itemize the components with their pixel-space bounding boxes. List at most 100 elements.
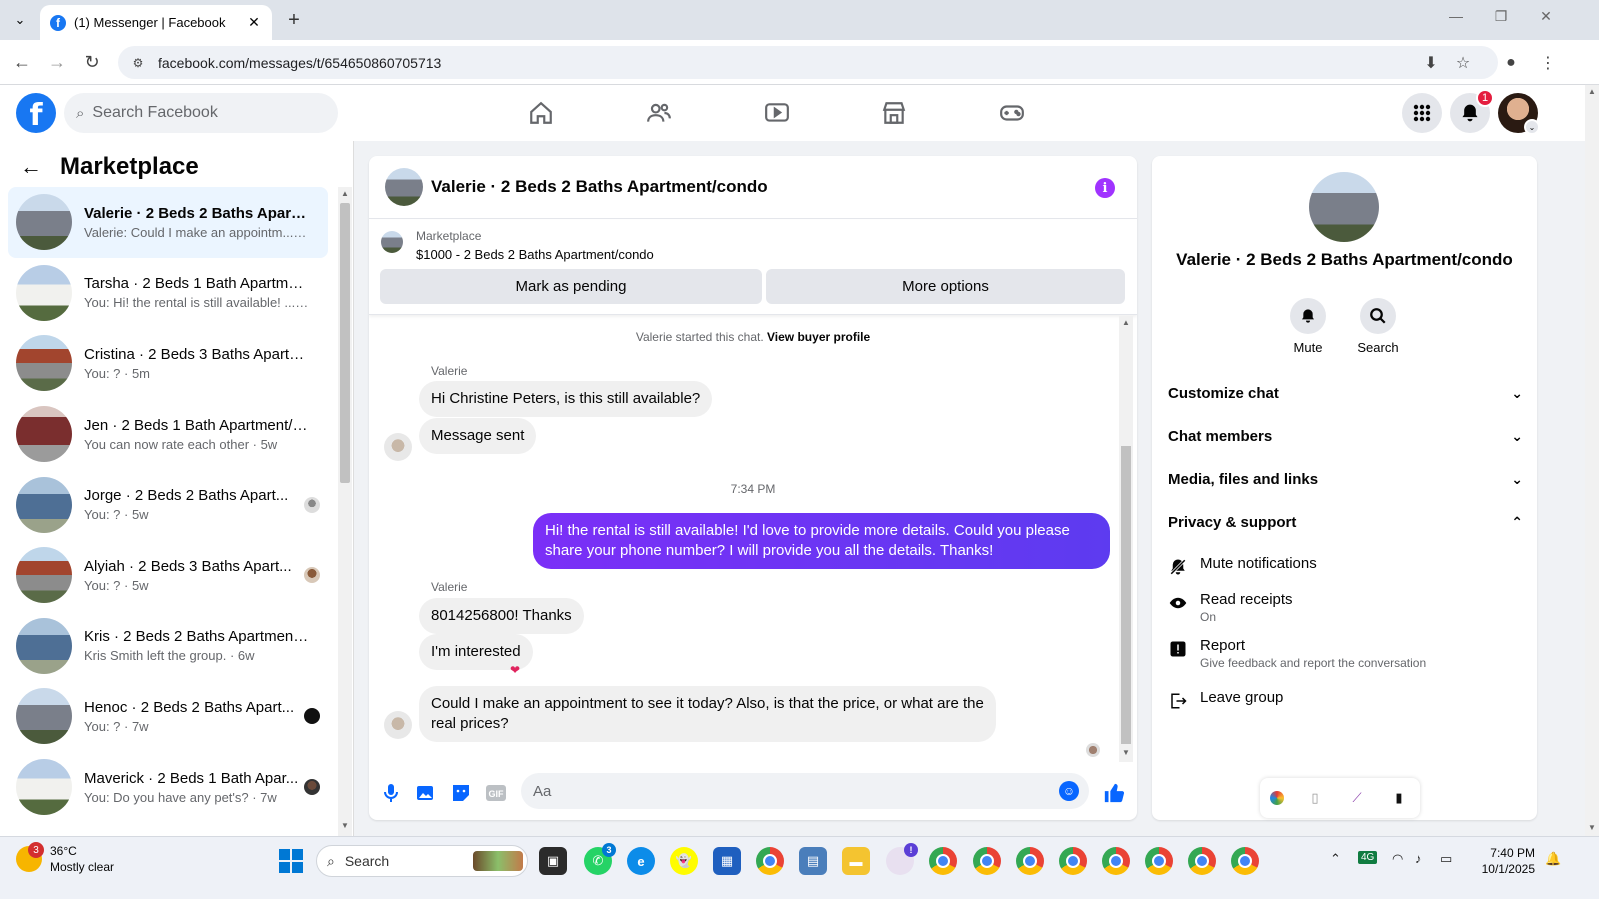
battery-icon[interactable]: ▭ <box>1440 851 1452 867</box>
address-bar[interactable]: ⚙ facebook.com/messages/t/65465086070571… <box>118 46 1498 79</box>
video-icon[interactable] <box>762 98 792 128</box>
mute-button[interactable]: Mute <box>1278 298 1338 355</box>
gif-icon[interactable]: GIF <box>484 781 508 805</box>
scrollbar-thumb[interactable] <box>340 203 350 483</box>
conversation-item[interactable]: Cristina · 2 Beds 3 Baths Apartm... You: … <box>8 328 328 399</box>
whatsapp-icon[interactable]: ✆ 3 <box>584 843 616 875</box>
chat-avatar[interactable] <box>385 168 423 206</box>
chrome-icon[interactable] <box>929 847 957 875</box>
sender-avatar[interactable] <box>384 711 412 739</box>
leave-group-item[interactable]: Leave group <box>1168 689 1523 711</box>
conversation-item[interactable]: Valerie · 2 Beds 2 Baths Apartm... Valeri… <box>8 187 328 258</box>
incoming-message[interactable]: Hi Christine Peters, is this still avail… <box>419 381 713 417</box>
windows-start-icon[interactable] <box>279 849 303 873</box>
tab-close-icon[interactable]: ✕ <box>244 14 264 31</box>
browser-menu-icon[interactable]: ⋮ <box>1537 52 1559 74</box>
gaming-icon[interactable] <box>997 98 1027 128</box>
page-scrollbar[interactable]: ▲ ▼ <box>1585 85 1599 836</box>
conversation-item[interactable]: Henoc · 2 Beds 2 Baths Apart... You: ? · … <box>8 681 328 752</box>
microphone-icon[interactable] <box>379 781 403 805</box>
file-explorer-icon[interactable]: ▬ <box>842 847 870 875</box>
chrome-icon[interactable] <box>973 847 1001 875</box>
conversation-item[interactable]: Alyiah · 2 Beds 3 Baths Apart... You: ? ·… <box>8 540 328 611</box>
conversation-list-scrollbar[interactable]: ▲ ▼ <box>338 187 352 836</box>
pen-icon[interactable]: ⟋ <box>1346 787 1368 809</box>
photo-icon[interactable] <box>414 781 438 805</box>
mute-notifications-item[interactable]: Mute notifications <box>1168 555 1523 577</box>
chrome-icon[interactable] <box>1188 847 1216 875</box>
minimize-icon[interactable]: — <box>1441 8 1471 24</box>
friends-icon[interactable] <box>644 98 674 128</box>
chrome-icon[interactable] <box>1059 847 1087 875</box>
edge-icon[interactable]: e <box>627 847 655 875</box>
tab-search-dropdown-icon[interactable]: ⌄ <box>8 8 32 32</box>
scroll-down-arrow[interactable]: ▼ <box>1119 748 1133 757</box>
chart-icon[interactable]: ▮ <box>1388 787 1410 809</box>
account-avatar[interactable]: ⌄ <box>1498 93 1540 135</box>
conversation-item[interactable]: Maverick · 2 Beds 1 Bath Apar... You: Do … <box>8 752 328 823</box>
weather-widget[interactable]: 3 36°C Mostly clear <box>16 842 114 875</box>
chat-scrollbar[interactable]: ▲ ▼ <box>1119 316 1133 762</box>
menu-grid-icon[interactable] <box>1402 93 1442 133</box>
emoji-icon[interactable]: ☺ <box>1059 781 1079 801</box>
home-icon[interactable] <box>526 98 556 128</box>
forward-arrow-icon[interactable]: → <box>45 50 69 74</box>
message-input[interactable]: Aa ☺ <box>521 773 1089 809</box>
cup-icon[interactable]: ▯ <box>1304 787 1326 809</box>
notifications-icon[interactable]: 🔔 <box>1545 851 1561 867</box>
excel-tray-icon[interactable]: 4G <box>1358 851 1378 864</box>
show-hidden-icons-chevron[interactable]: ⌃ <box>1330 851 1341 867</box>
outgoing-message[interactable]: Hi! the rental is still available! I'd l… <box>533 513 1110 569</box>
listing-title[interactable]: $1000 - 2 Beds 2 Baths Apartment/condo <box>416 247 654 262</box>
facebook-logo-icon[interactable]: f <box>16 93 56 133</box>
volume-icon[interactable]: ♪ <box>1415 851 1422 866</box>
chrome-icon[interactable] <box>1016 847 1044 875</box>
notifications-bell-icon[interactable]: 1 <box>1450 89 1494 133</box>
mark-as-pending-button[interactable]: Mark as pending <box>380 269 762 304</box>
incoming-message[interactable]: Message sent <box>419 418 537 454</box>
browser-tab[interactable]: f (1) Messenger | Facebook ✕ <box>40 5 272 40</box>
bookmark-star-icon[interactable]: ☆ <box>1452 52 1474 74</box>
site-info-icon[interactable]: ⚙ <box>130 55 146 71</box>
chat-title[interactable]: Valerie · 2 Beds 2 Baths Apartment/condo <box>431 177 768 197</box>
snapchat-icon[interactable]: 👻 <box>670 847 698 875</box>
customize-chat-section[interactable]: Customize chat ⌄ <box>1168 373 1523 413</box>
chrome-icon[interactable] <box>756 847 784 875</box>
scroll-up-arrow[interactable]: ▲ <box>1585 87 1599 96</box>
back-arrow-icon[interactable]: ← <box>10 50 34 74</box>
privacy-support-section[interactable]: Privacy & support ⌃ <box>1168 502 1523 542</box>
heart-reaction-icon[interactable]: ❤ <box>507 662 523 678</box>
app-icon[interactable]: ! <box>886 843 918 875</box>
chrome-icon[interactable] <box>1145 847 1173 875</box>
sticker-icon[interactable] <box>449 781 473 805</box>
app-icon[interactable]: ▤ <box>799 847 827 875</box>
restore-icon[interactable]: ❐ <box>1486 8 1516 25</box>
conversation-item[interactable]: Jorge · 2 Beds 2 Baths Apart... You: ? · … <box>8 469 328 540</box>
taskbar-search[interactable]: ⌕ Search <box>316 845 528 877</box>
report-item[interactable]: Report Give feedback and report the conve… <box>1168 637 1523 670</box>
install-app-icon[interactable]: ⬇ <box>1420 52 1442 74</box>
marketplace-icon[interactable] <box>879 98 909 128</box>
more-options-button[interactable]: More options <box>766 269 1125 304</box>
system-clock[interactable]: 7:40 PM 10/1/2025 <box>1475 845 1535 877</box>
scroll-up-arrow[interactable]: ▲ <box>1119 318 1133 327</box>
profile-icon[interactable]: ● <box>1500 52 1522 74</box>
sender-avatar[interactable] <box>384 433 412 461</box>
facebook-search-input[interactable]: ⌕ Search Facebook <box>64 93 338 133</box>
search-button[interactable]: Search <box>1348 298 1408 355</box>
chrome-icon[interactable] <box>1102 847 1130 875</box>
conversation-item[interactable]: Kris · 2 Beds 2 Baths Apartment... Kris S… <box>8 611 328 682</box>
back-arrow-icon[interactable]: ← <box>20 154 42 180</box>
scrollbar-thumb[interactable] <box>1121 446 1131 744</box>
info-icon[interactable]: i <box>1095 178 1115 198</box>
reload-icon[interactable]: ↻ <box>80 50 104 74</box>
thumbs-up-icon[interactable] <box>1102 781 1126 805</box>
read-receipts-item[interactable]: Read receipts On <box>1168 591 1523 624</box>
chat-members-section[interactable]: Chat members ⌄ <box>1168 416 1523 456</box>
store-icon[interactable]: ▦ <box>713 847 741 875</box>
media-files-links-section[interactable]: Media, files and links ⌄ <box>1168 459 1523 499</box>
close-window-icon[interactable]: ✕ <box>1531 8 1561 25</box>
color-wheel-icon[interactable] <box>1270 791 1284 805</box>
incoming-message[interactable]: 8014256800! Thanks <box>419 598 584 634</box>
scroll-up-arrow[interactable]: ▲ <box>338 189 352 198</box>
